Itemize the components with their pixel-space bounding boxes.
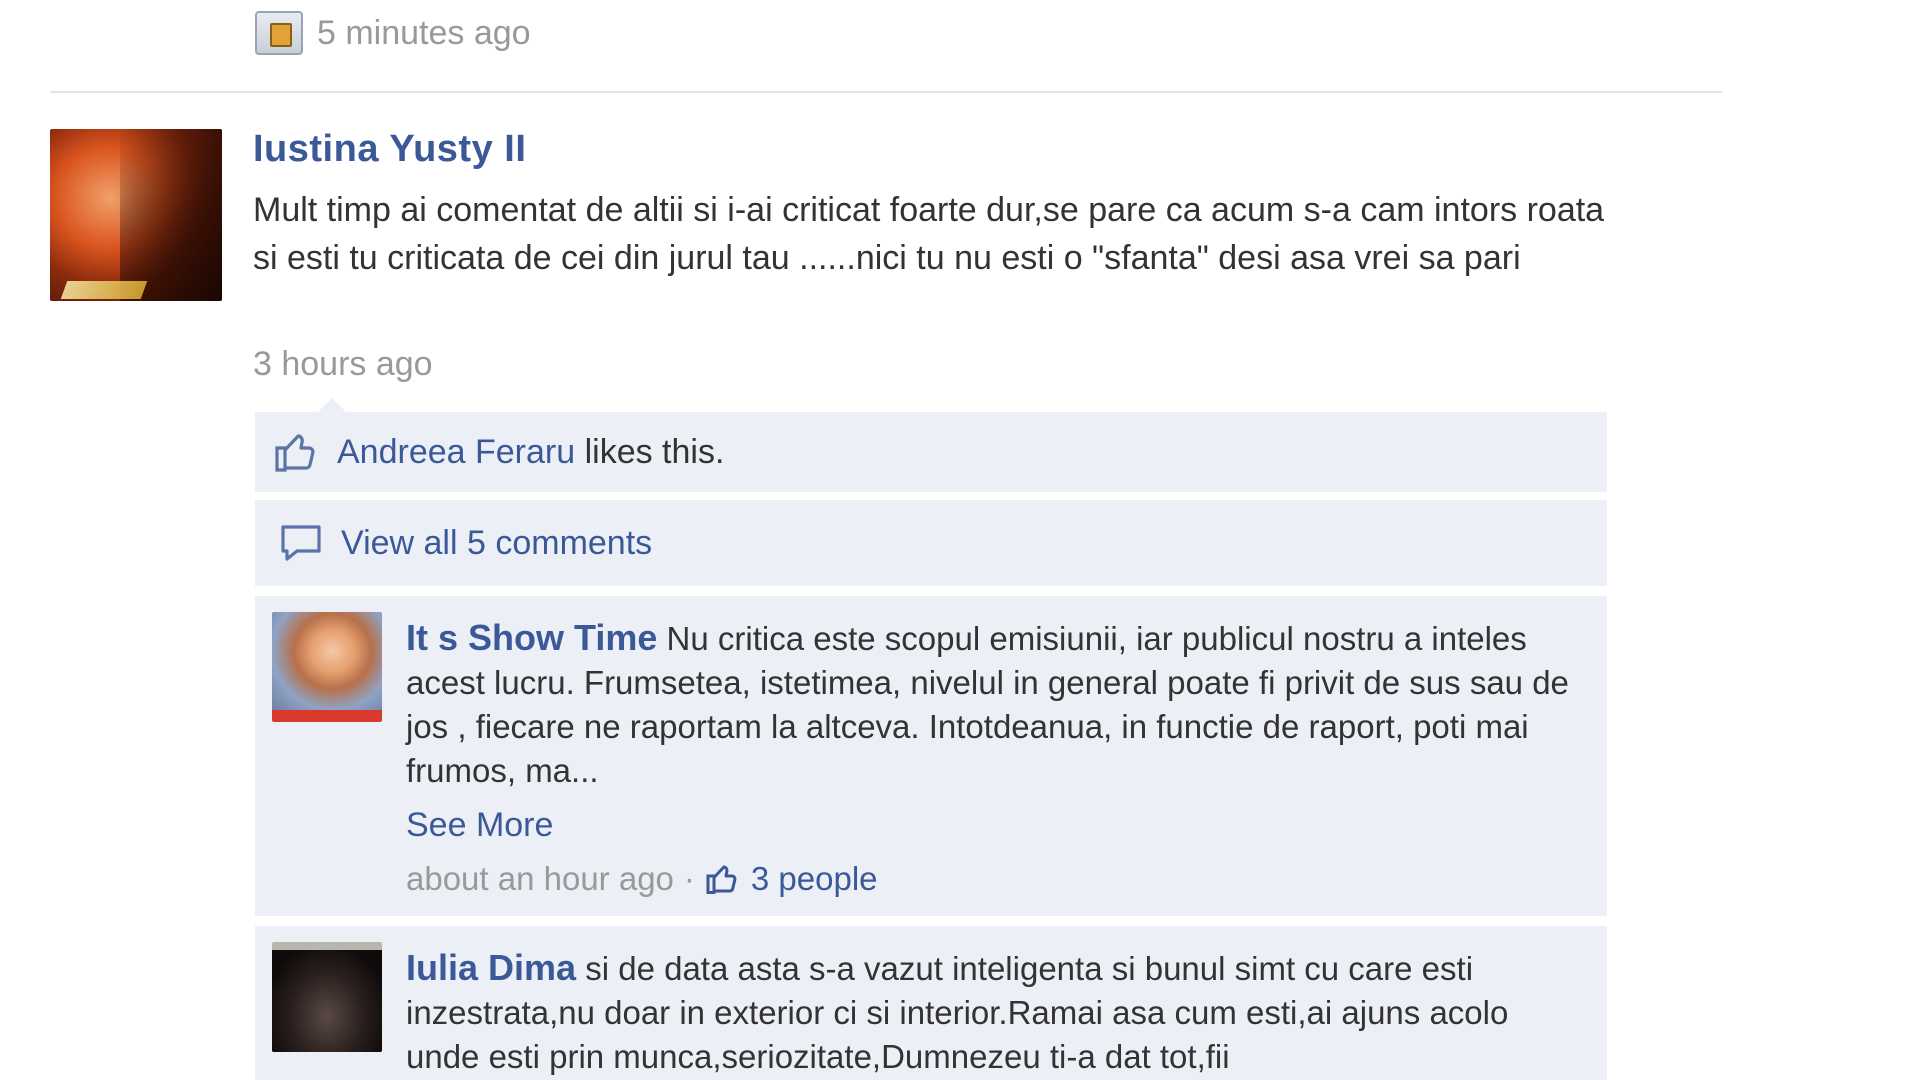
post-author-name[interactable]: Iustina Yusty II <box>253 128 526 171</box>
previous-post-timestamp[interactable]: 5 minutes ago <box>317 14 531 53</box>
meta-separator: · <box>683 860 695 897</box>
comment-meta: about an hour ago · 3 people <box>406 860 878 898</box>
comment-author-name[interactable]: It s Show Time <box>406 617 657 658</box>
comment-author-avatar[interactable] <box>272 612 382 722</box>
comment-author-avatar[interactable] <box>272 942 382 1052</box>
comment-likes-link[interactable]: 3 people <box>751 860 878 898</box>
previous-post-meta: 5 minutes ago <box>255 8 531 58</box>
comment-author-name[interactable]: Iulia Dima <box>406 947 576 988</box>
see-more-link[interactable]: See More <box>406 806 553 845</box>
post-divider <box>50 91 1722 93</box>
thumbs-up-icon <box>275 434 315 472</box>
comment-timestamp[interactable]: about an hour ago <box>406 860 674 898</box>
liker-name-link[interactable]: Andreea Feraru <box>337 433 575 471</box>
comment-text: It s Show Time Nu critica este scopul em… <box>406 616 1576 793</box>
app-icon[interactable] <box>255 11 303 55</box>
avatar-image-detail <box>60 281 148 299</box>
facebook-feed: 5 minutes ago Iustina Yusty II Mult timp… <box>0 0 1920 1080</box>
post-timestamp[interactable]: 3 hours ago <box>253 345 433 384</box>
avatar-image-detail <box>120 129 222 301</box>
view-all-comments-row[interactable]: View all 5 comments <box>255 500 1607 586</box>
comment-text: Iulia Dima si de data asta s-a vazut int… <box>406 946 1576 1079</box>
post-body-text: Mult timp ai comentat de altii si i-ai c… <box>253 191 1605 277</box>
likes-row: Andreea Feraru likes this. <box>255 412 1607 492</box>
thumbs-up-icon <box>706 865 737 894</box>
post-author-avatar[interactable] <box>50 129 222 301</box>
view-all-comments-link[interactable]: View all 5 comments <box>341 524 652 563</box>
likes-suffix: likes this. <box>575 432 725 471</box>
ufi-caret <box>318 398 346 412</box>
comment-bubble-icon <box>281 525 321 561</box>
